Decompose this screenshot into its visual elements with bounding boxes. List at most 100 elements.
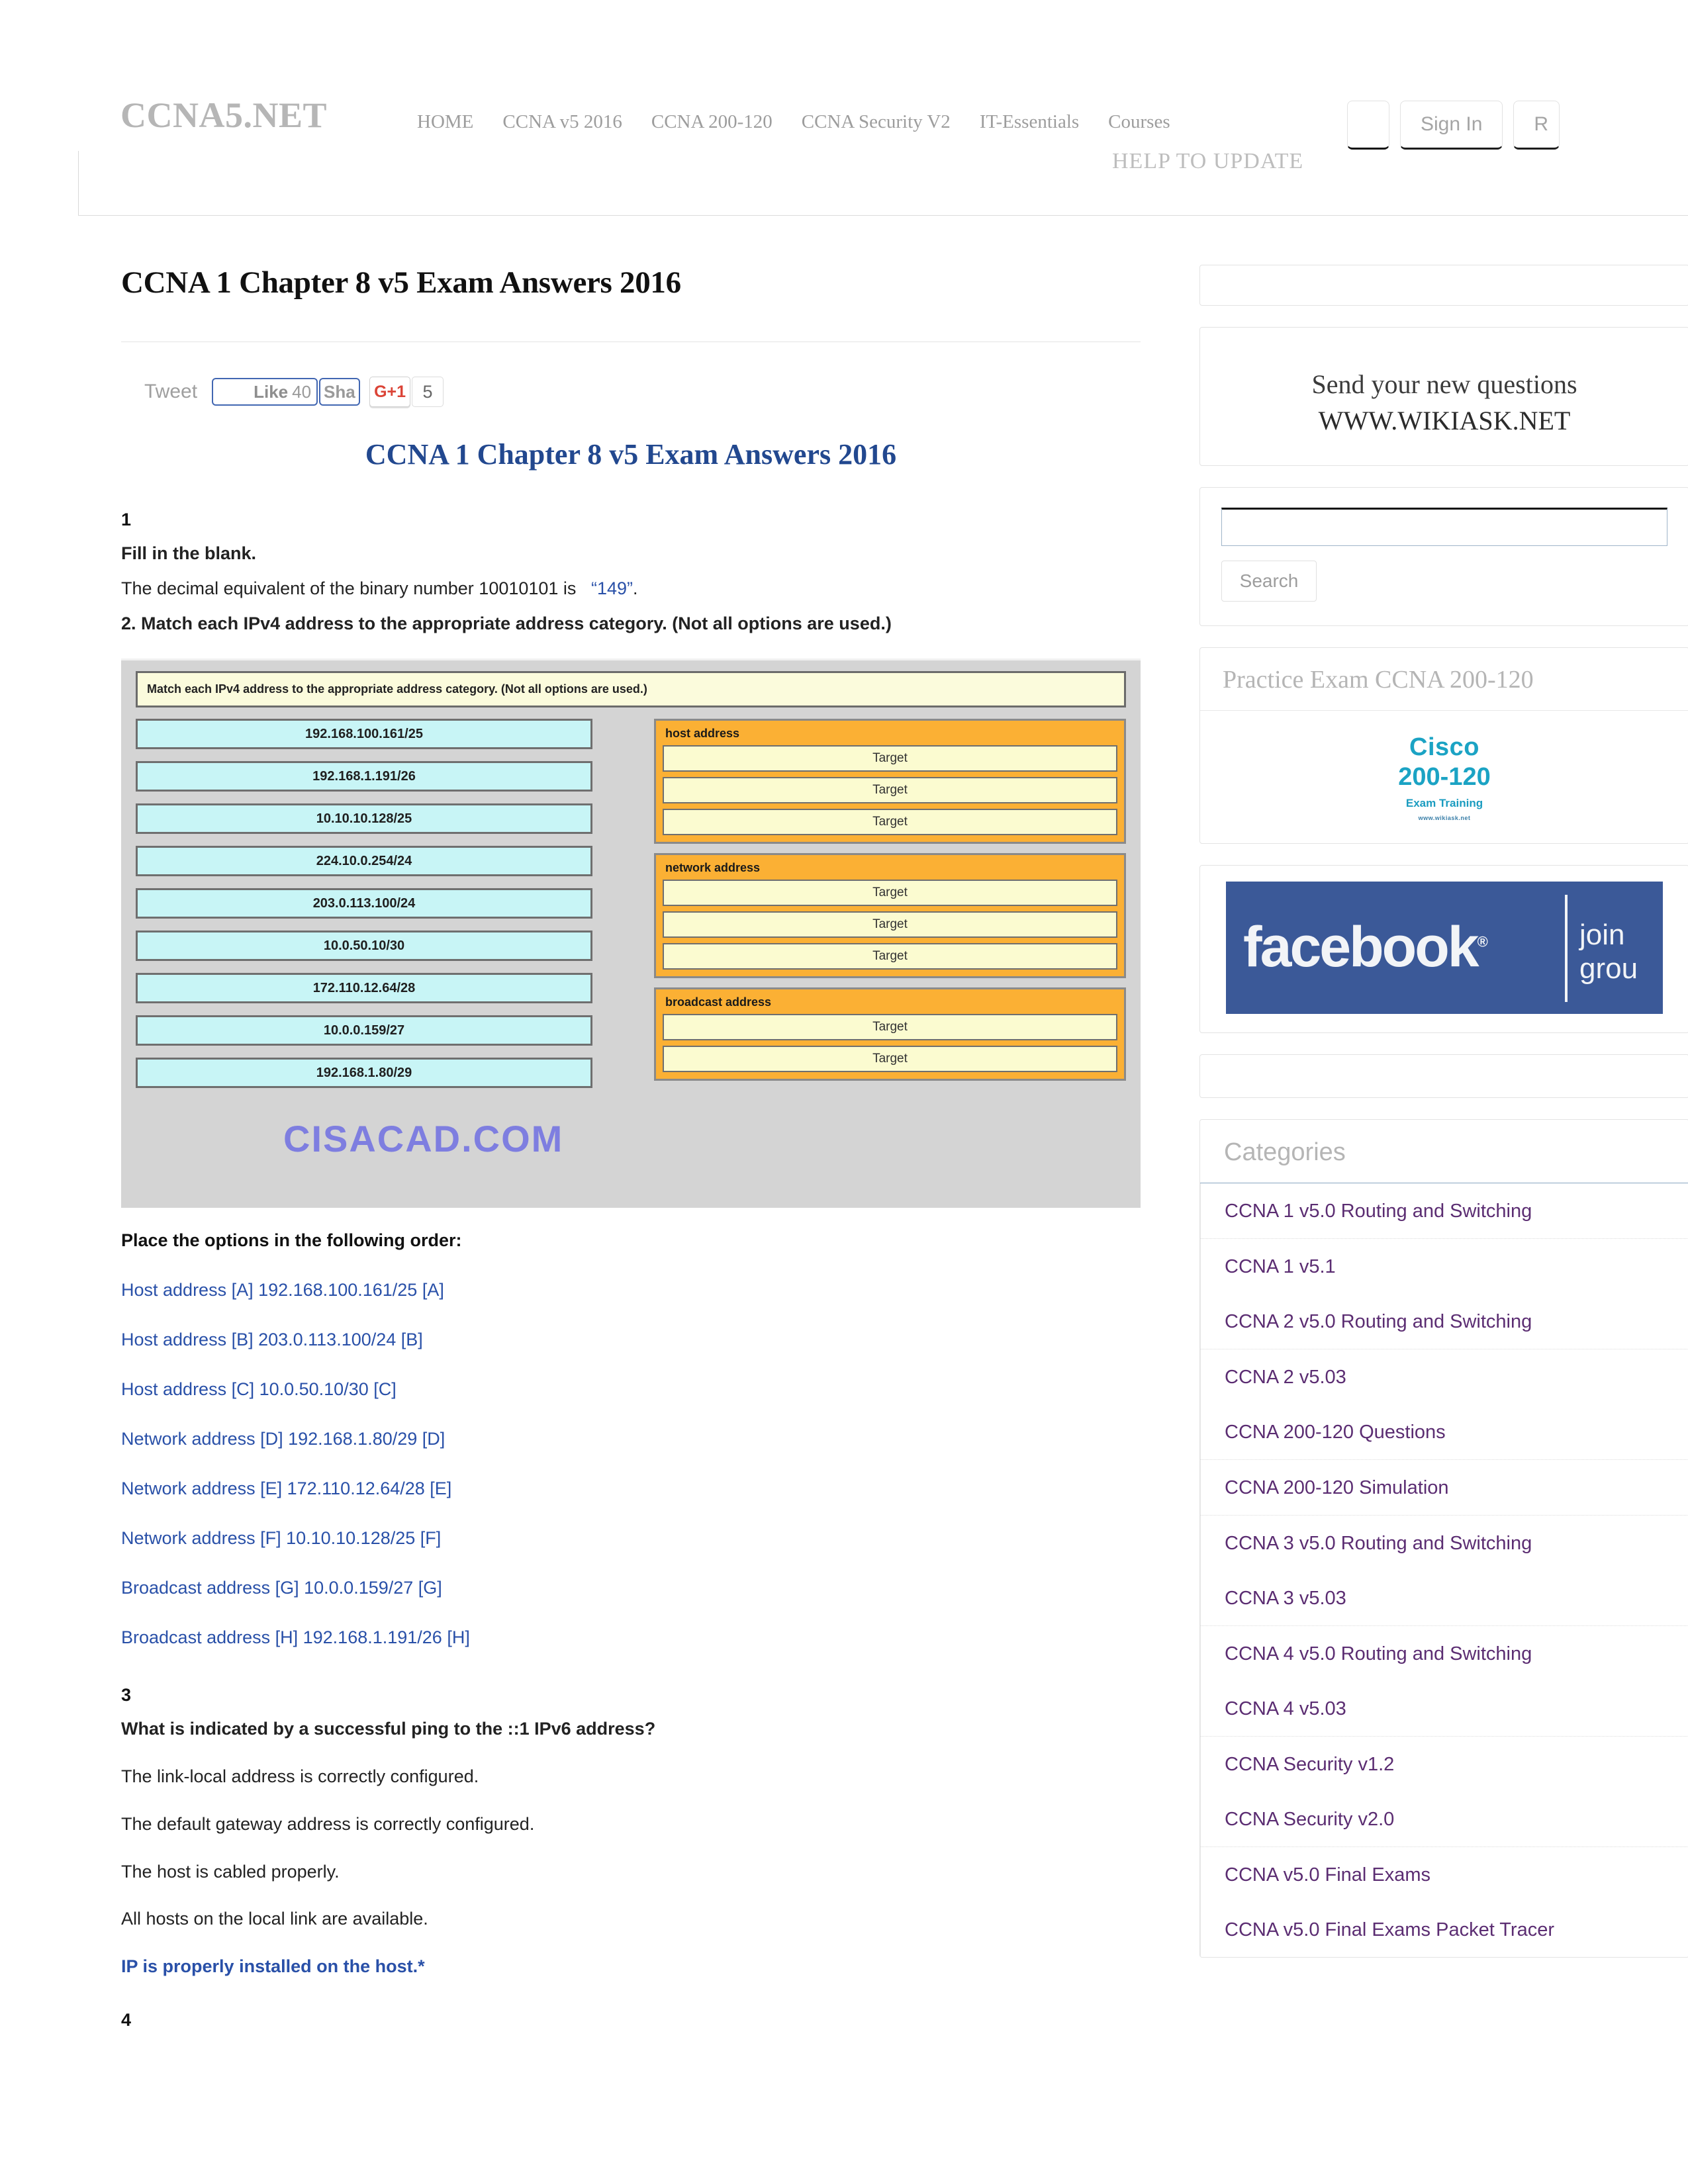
cisco-ad-inner: Cisco 200-120 Exam Training www.wikiask.…	[1398, 733, 1490, 821]
top-navigation-bar: CCNA5.NET HOME CCNA v5 2016 CCNA 200-120…	[0, 0, 1688, 216]
address-option[interactable]: 10.0.0.159/27	[136, 1015, 592, 1046]
nav-item-home[interactable]: HOME	[417, 111, 473, 133]
google-plus-one-button[interactable]: G+1	[369, 377, 411, 407]
facebook-widget[interactable]: facebook® join grou	[1199, 865, 1688, 1033]
facebook-join-line1: join	[1579, 919, 1625, 951]
categories-widget: Categories CCNA 1 v5.0 Routing and Switc…	[1199, 1119, 1688, 1958]
question-4-number: 4	[121, 2009, 132, 2030]
category-group-broadcast-address: broadcast address Target Target	[654, 987, 1126, 1081]
question-3-text: What is indicated by a successful ping t…	[121, 1719, 656, 1739]
answer-line: Host address [C] 10.0.50.10/30 [C]	[121, 1379, 397, 1400]
categories-list: CCNA 1 v5.0 Routing and Switching CCNA 1…	[1200, 1183, 1688, 1957]
answer-line: Broadcast address [G] 10.0.0.159/27 [G]	[121, 1578, 442, 1598]
wikiask-promo-line1: Send your new questions	[1311, 369, 1577, 399]
facebook-wordmark: facebook	[1243, 915, 1479, 979]
drop-target[interactable]: Target	[663, 1046, 1117, 1073]
question-3-correct-answer: IP is properly installed on the host.*	[121, 1956, 425, 1976]
question-3-option: The default gateway address is correctly…	[121, 1813, 535, 1834]
address-option[interactable]: 10.10.10.128/25	[136, 803, 592, 835]
answer-line: Network address [E] 172.110.12.64/28 [E]	[121, 1479, 452, 1499]
site-logo[interactable]: CCNA5.NET	[120, 95, 327, 136]
category-link[interactable]: CCNA 2 v5.03	[1200, 1349, 1688, 1404]
address-option[interactable]: 192.168.100.161/25	[136, 719, 592, 750]
social-share-row: Tweet Like 40 Sha G+1 5	[144, 377, 1141, 407]
cisco-ad-line2: 200-120	[1398, 762, 1491, 791]
category-link[interactable]: CCNA 4 v5.0 Routing and Switching	[1200, 1626, 1688, 1681]
cisco-ad-line3: Exam Training	[1405, 796, 1483, 809]
category-link[interactable]: CCNA 200-120 Questions	[1200, 1404, 1688, 1460]
tweet-button[interactable]: Tweet	[144, 381, 197, 403]
drop-target[interactable]: Target	[663, 943, 1117, 970]
cisco-exam-ad[interactable]: Cisco 200-120 Exam Training www.wikiask.…	[1200, 711, 1688, 843]
nav-item-ccna-security-v2[interactable]: CCNA Security V2	[802, 111, 951, 133]
search-input[interactable]	[1221, 508, 1667, 546]
registered-trademark-icon: ®	[1477, 933, 1488, 950]
category-link[interactable]: CCNA v5.0 Final Exams Packet Tracer	[1200, 1902, 1688, 1957]
article-heading: CCNA 1 Chapter 8 v5 Exam Answers 2016	[365, 438, 897, 471]
category-link[interactable]: CCNA Security v1.2	[1200, 1737, 1688, 1792]
category-link[interactable]: CCNA Security v2.0	[1200, 1792, 1688, 1847]
page-title: CCNA 1 Chapter 8 v5 Exam Answers 2016	[121, 265, 681, 300]
question-1-statement-post: .	[632, 578, 638, 598]
question-3-option: The link-local address is correctly conf…	[121, 1766, 479, 1786]
facebook-divider	[1565, 895, 1568, 1002]
question-1-number: 1	[121, 510, 132, 529]
main-nav-links: HOME CCNA v5 2016 CCNA 200-120 CCNA Secu…	[417, 111, 1170, 133]
exam-category-targets: host address Target Target Target networ…	[654, 719, 1126, 1090]
search-button[interactable]: Search	[1221, 561, 1317, 602]
cisacad-watermark: CISACAD.COM	[283, 1118, 564, 1160]
like-label: Like	[254, 381, 289, 402]
drop-target[interactable]: Target	[663, 777, 1117, 804]
question-1-statement: The decimal equivalent of the binary num…	[121, 578, 1141, 600]
nav-blank-button[interactable]	[1347, 101, 1389, 150]
nav-item-ccna-v5-2016[interactable]: CCNA v5 2016	[502, 111, 622, 133]
facebook-like-button[interactable]: Like 40	[212, 378, 318, 406]
facebook-join-line2: grou	[1579, 952, 1638, 985]
nav-item-courses[interactable]: Courses	[1108, 111, 1170, 133]
like-count: 40	[292, 381, 312, 402]
answer-line: Broadcast address [H] 192.168.1.191/26 […	[121, 1627, 470, 1648]
drop-target[interactable]: Target	[663, 1014, 1117, 1041]
category-link[interactable]: CCNA 1 v5.0 Routing and Switching	[1200, 1183, 1688, 1239]
facebook-join-text: join grou	[1579, 919, 1638, 985]
facebook-share-button[interactable]: Sha	[319, 378, 361, 406]
address-option[interactable]: 192.168.1.191/26	[136, 761, 592, 792]
register-button[interactable]: R	[1513, 101, 1560, 150]
category-link[interactable]: CCNA 4 v5.03	[1200, 1681, 1688, 1737]
nav-item-it-essentials[interactable]: IT-Essentials	[980, 111, 1079, 133]
address-option[interactable]: 172.110.12.64/28	[136, 973, 592, 1004]
category-label: broadcast address	[665, 995, 772, 1009]
address-option[interactable]: 203.0.113.100/24	[136, 888, 592, 919]
facebook-banner[interactable]: facebook® join grou	[1226, 882, 1663, 1014]
sign-in-button[interactable]: Sign In	[1400, 101, 1503, 150]
category-link[interactable]: CCNA 2 v5.0 Routing and Switching	[1200, 1294, 1688, 1349]
sidebar: Send your new questions WWW.WIKIASK.NET …	[1199, 265, 1688, 1979]
main-content-column: CCNA 1 Chapter 8 v5 Exam Answers 2016 Tw…	[121, 265, 1141, 2030]
answer-line: Network address [D] 192.168.1.80/29 [D]	[121, 1429, 445, 1449]
drop-target[interactable]: Target	[663, 880, 1117, 907]
drop-target[interactable]: Target	[663, 911, 1117, 938]
category-link[interactable]: CCNA 1 v5.1	[1200, 1239, 1688, 1294]
address-option[interactable]: 192.168.1.80/29	[136, 1058, 592, 1089]
category-group-host-address: host address Target Target Target	[654, 719, 1126, 844]
address-option[interactable]: 224.10.0.254/24	[136, 846, 592, 877]
exam-image-banner: Match each IPv4 address to the appropria…	[136, 671, 1126, 708]
category-label: network address	[665, 861, 761, 875]
facebook-logo-text: facebook®	[1243, 919, 1488, 976]
categories-title: Categories	[1224, 1138, 1346, 1166]
answer-line: Host address [B] 203.0.113.100/24 [B]	[121, 1330, 423, 1350]
address-option[interactable]: 10.0.50.10/30	[136, 931, 592, 962]
wikiask-promo-line2: WWW.WIKIASK.NET	[1318, 406, 1571, 435]
drop-target[interactable]: Target	[663, 745, 1117, 772]
wikiask-promo-widget[interactable]: Send your new questions WWW.WIKIASK.NET	[1199, 327, 1688, 466]
question-3-option: All hosts on the local link are availabl…	[121, 1909, 428, 1929]
category-link[interactable]: CCNA 200-120 Simulation	[1200, 1460, 1688, 1516]
category-group-network-address: network address Target Target Target	[654, 853, 1126, 979]
category-link[interactable]: CCNA 3 v5.0 Routing and Switching	[1200, 1516, 1688, 1570]
title-divider	[121, 341, 1141, 342]
drop-target[interactable]: Target	[663, 809, 1117, 836]
nav-item-ccna-200-120[interactable]: CCNA 200-120	[651, 111, 773, 133]
practice-exam-title: Practice Exam CCNA 200-120	[1200, 648, 1688, 711]
category-link[interactable]: CCNA v5.0 Final Exams	[1200, 1847, 1688, 1902]
category-link[interactable]: CCNA 3 v5.03	[1200, 1570, 1688, 1626]
